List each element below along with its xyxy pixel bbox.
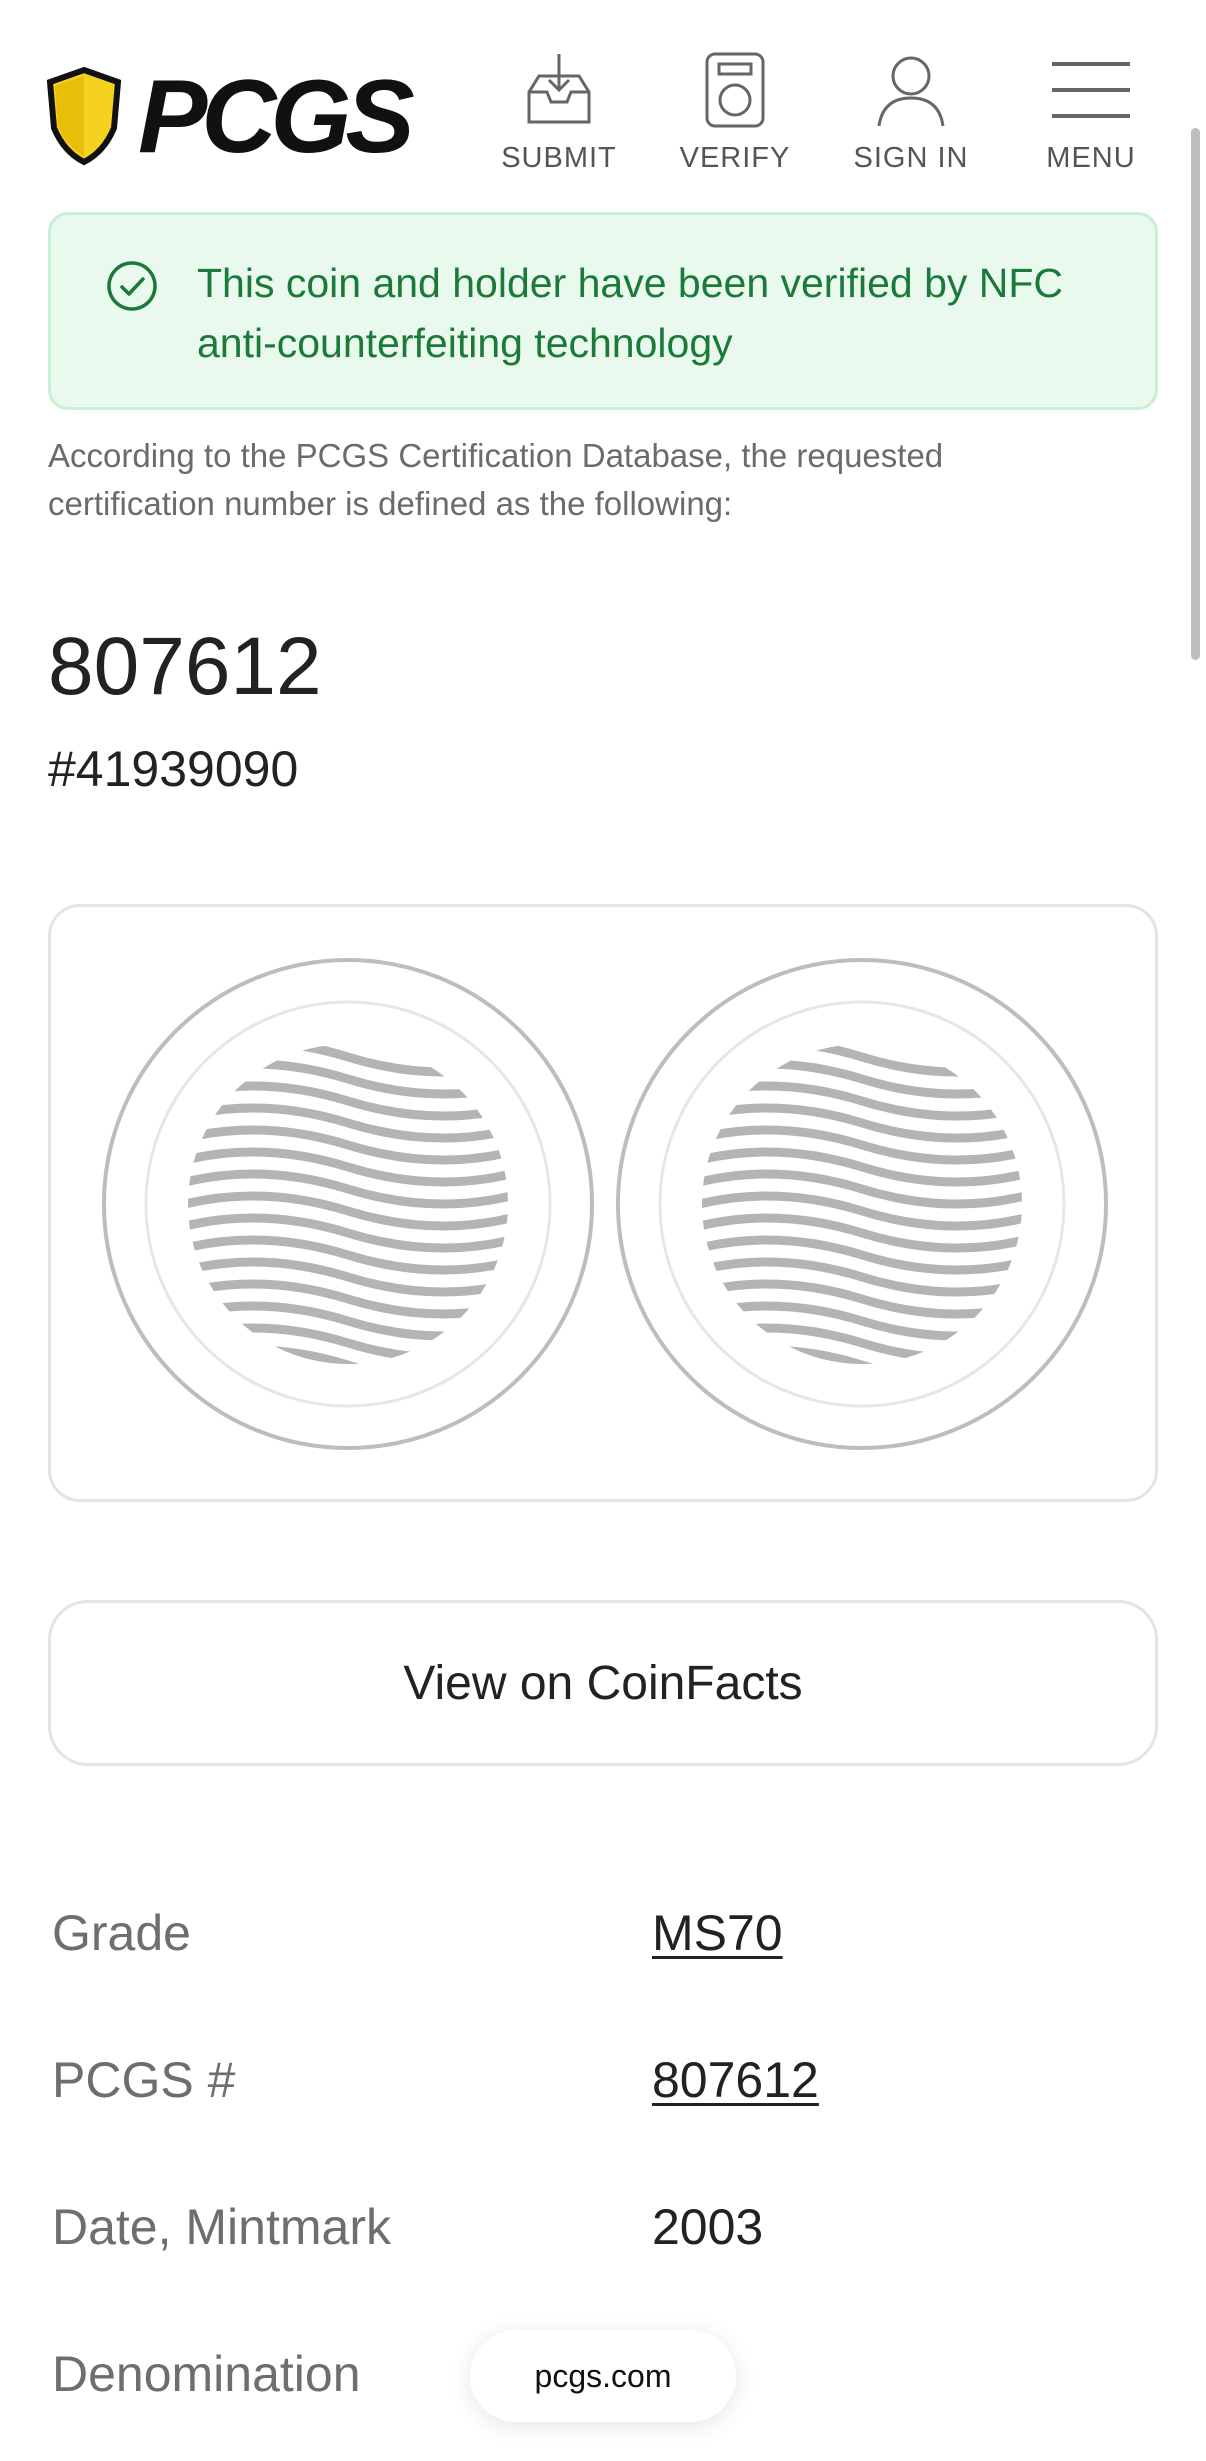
detail-label: PCGS # bbox=[52, 2052, 236, 2108]
coin-images-card[interactable] bbox=[48, 904, 1158, 1502]
nfc-verified-alert: This coin and holder have been verified … bbox=[48, 212, 1158, 410]
inbox-download-icon bbox=[527, 54, 591, 124]
coin-placeholder-icon bbox=[102, 958, 594, 1450]
shield-logo-icon bbox=[46, 66, 122, 166]
submit-nav-button[interactable]: SUBMIT bbox=[484, 52, 634, 175]
sign-in-nav-button[interactable]: SIGN IN bbox=[836, 52, 986, 175]
hamburger-menu-icon bbox=[1052, 62, 1130, 118]
check-circle-icon bbox=[107, 261, 157, 311]
pcgs-number-link[interactable]: 807612 bbox=[652, 2051, 819, 2109]
site-header: PCGS SUBMIT VERIFY SIGN IN MENU bbox=[0, 0, 1206, 200]
grade-link[interactable]: MS70 bbox=[652, 1904, 783, 1962]
coin-obverse-image[interactable] bbox=[101, 957, 595, 1451]
verify-nav-label: VERIFY bbox=[679, 142, 791, 174]
menu-nav-button[interactable]: MENU bbox=[1016, 52, 1166, 175]
holder-icon bbox=[705, 52, 765, 128]
logo-wordmark: PCGS bbox=[138, 59, 415, 175]
intro-text: According to the PCGS Certification Data… bbox=[48, 437, 944, 522]
cert-number: #41939090 bbox=[48, 741, 299, 797]
view-on-coinfacts-button[interactable]: View on CoinFacts bbox=[48, 1600, 1158, 1766]
alert-message: This coin and holder have been verified … bbox=[197, 260, 1064, 366]
coin-placeholder-icon bbox=[616, 958, 1108, 1450]
cert-title: 807612 bbox=[48, 621, 322, 712]
pcgs-logo[interactable]: PCGS bbox=[44, 62, 415, 172]
verify-nav-button[interactable]: VERIFY bbox=[660, 52, 810, 175]
detail-label: Date, Mintmark bbox=[52, 2199, 391, 2255]
detail-row-date-mintmark: Date, Mintmark 2003 bbox=[52, 2198, 1152, 2268]
menu-nav-label: MENU bbox=[1046, 142, 1136, 174]
user-icon bbox=[877, 56, 945, 127]
detail-label: Grade bbox=[52, 1905, 191, 1961]
detail-row-grade: Grade MS70 bbox=[52, 1904, 1152, 1974]
detail-value: 2003 bbox=[652, 2199, 764, 2255]
detail-label: Denomination bbox=[52, 2346, 361, 2402]
coin-reverse-image[interactable] bbox=[615, 957, 1109, 1451]
submit-nav-label: SUBMIT bbox=[501, 142, 617, 174]
browser-url-pill[interactable]: pcgs.com bbox=[470, 2330, 736, 2422]
detail-row-pcgs-number: PCGS # 807612 bbox=[52, 2051, 1152, 2121]
page-scrollbar[interactable] bbox=[1191, 128, 1200, 660]
sign-in-nav-label: SIGN IN bbox=[853, 142, 969, 174]
